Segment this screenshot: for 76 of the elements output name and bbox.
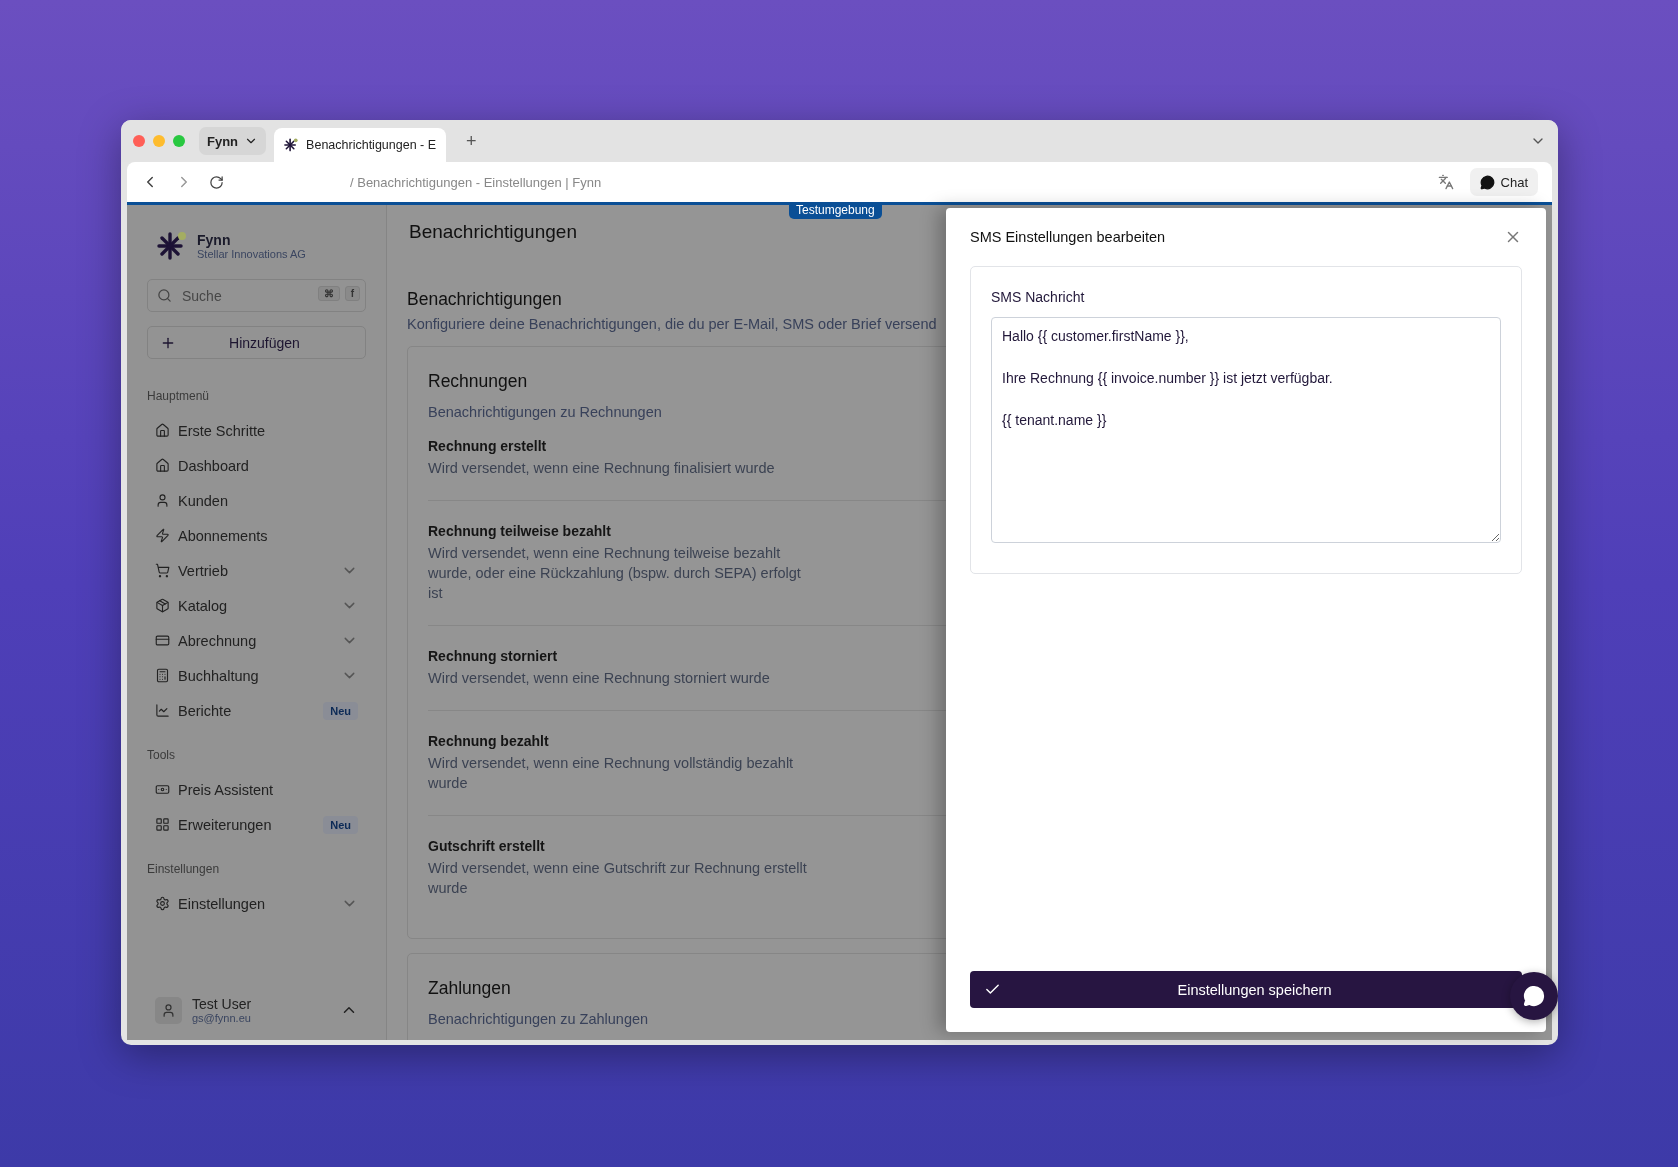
translate-icon [1437, 174, 1454, 190]
close-window-button[interactable] [133, 135, 145, 147]
nav-icon [155, 896, 170, 911]
notification-title: Gutschrift erstellt [428, 838, 546, 854]
sidebar-item[interactable]: Dashboard [147, 448, 366, 483]
chat-button[interactable]: Chat [1469, 168, 1538, 196]
profile-button[interactable]: Fynn [199, 127, 267, 155]
avatar-icon [155, 996, 182, 1024]
nav-icon [155, 633, 170, 648]
sidebar-item[interactable]: Erste Schritte [147, 413, 366, 448]
notification-title: Rechnung teilweise bezahlt [428, 523, 612, 539]
notification-title: Rechnung erstellt [428, 438, 548, 454]
sidebar-item[interactable]: Abonnements [147, 518, 366, 553]
search-icon [157, 288, 172, 303]
sidebar-item[interactable]: Einstellungen [147, 886, 366, 921]
notification-title: Rechnung bezahlt [428, 733, 550, 749]
card-subtitle: Benachrichtigungen zu Zahlungen [428, 1011, 650, 1027]
reload-button[interactable] [209, 174, 224, 190]
field-label: SMS Nachricht [991, 289, 1086, 305]
browser-tab[interactable]: Benachrichtigungen - E [274, 128, 447, 162]
notification-title: Rechnung storniert [428, 648, 559, 664]
shortcut-key: ⌘ [317, 286, 340, 301]
reload-icon [209, 174, 224, 190]
nav-icon [155, 782, 170, 797]
section-title: Einstellungen [147, 862, 221, 876]
nav-icon [155, 458, 170, 473]
sidebar-item[interactable]: Kunden [147, 483, 366, 518]
nav-icon [155, 817, 170, 832]
card-subtitle: Benachrichtigungen zu Rechnungen [428, 404, 663, 420]
org-company: Stellar Innovations AG [197, 248, 306, 260]
new-tab-button[interactable]: + [460, 129, 483, 153]
shortcut-key: f [344, 286, 360, 301]
chat-icon [1523, 985, 1545, 1007]
message-field[interactable]: Hallo {{ customer.firstName }}, Ihre Rechnung {{ invoice.number }} ist jetzt verfügbar. {{ tenant.name }} [991, 317, 1501, 543]
chat-icon [1479, 174, 1495, 190]
nav-icon [155, 668, 170, 683]
sidebar-item[interactable]: Erweiterungen Neu [147, 807, 366, 842]
logo-icon [157, 231, 187, 261]
notification-description: Wird versendet, wenn eine Rechnung teilweise bezahlt wurde, oder eine Rückzahlung (bspw. durch SEPA) erfolgt ist [428, 544, 802, 603]
user-menu[interactable]: Test User gs@fynn.eu [147, 996, 366, 1024]
tab-title: Benachrichtigungen - E [306, 138, 437, 152]
nav-icon [155, 703, 170, 718]
user-name: Test User [192, 996, 253, 1012]
section-description: Konfiguriere deine Benachrichtigungen, die du per E-Mail, SMS oder Brief versend [407, 316, 938, 332]
sidebar-item[interactable]: Katalog [147, 588, 366, 623]
card-title: Rechnungen [428, 371, 529, 392]
notification-description: Wird versendet, wenn eine Gutschrift zur Rechnung erstellt wurde [428, 859, 808, 898]
section-title: Hauptmenü [147, 389, 211, 403]
environment-badge: Testumgebung [789, 202, 882, 219]
sidebar-item[interactable]: Buchhaltung [147, 658, 366, 693]
chat-launcher-button[interactable] [1510, 972, 1558, 1020]
new-badge: Neu [323, 701, 358, 720]
notification-description: Wird versendet, wenn eine Rechnung storniert wurde [428, 669, 771, 688]
add-button[interactable]: Hinzufügen [147, 326, 366, 359]
sidebar-item[interactable]: Berichte Neu [147, 693, 366, 728]
translate-button[interactable] [1437, 174, 1454, 190]
notification-description: Wird versendet, wenn eine Rechnung finalisiert wurde [428, 459, 776, 478]
card-title: Zahlungen [428, 978, 512, 999]
sidebar-item[interactable]: Preis Assistent [147, 772, 366, 807]
user-email: gs@fynn.eu [192, 1012, 252, 1024]
save-button[interactable]: Einstellungen speichern [970, 971, 1522, 1008]
notification-description: Wird versendet, wenn eine Rechnung vollständig bezahlt wurde [428, 754, 795, 793]
nav-icon [155, 423, 170, 438]
nav-icon [155, 493, 170, 508]
page-title: Benachrichtigungen [408, 221, 578, 243]
nav-icon [155, 528, 170, 543]
nav-icon [155, 598, 170, 613]
new-badge: Neu [323, 815, 358, 834]
org-name: Fynn [197, 232, 232, 248]
nav-icon [155, 563, 170, 578]
sidebar-item[interactable]: Vertrieb [147, 553, 366, 588]
sidebar-item[interactable]: Abrechnung [147, 623, 366, 658]
drawer-title: SMS Einstellungen bearbeiten [970, 229, 1166, 245]
section-title: Tools [147, 748, 176, 762]
section-heading: Benachrichtigungen [407, 289, 563, 310]
address-field[interactable]: / Benachrichtigungen - Einstellungen | Fynn [350, 174, 602, 190]
